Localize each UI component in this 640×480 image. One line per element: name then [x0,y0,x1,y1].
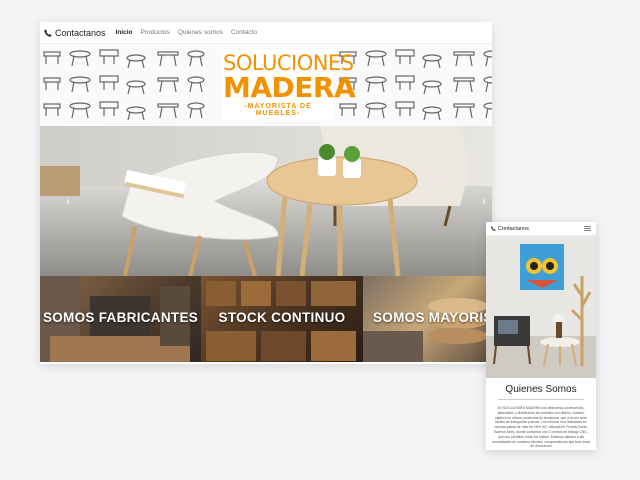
contact-link[interactable]: Contactanos [44,28,106,38]
title-divider [498,399,584,400]
nav-links: Inicio Productos Quienes somos Contacto [116,29,257,36]
nav-link-productos[interactable]: Productos [141,29,170,36]
desktop-mockup: Contactanos Inicio Productos Quienes som… [40,22,492,364]
hamburger-menu-icon[interactable] [584,226,591,231]
next-slide-arrow[interactable]: › [482,194,486,208]
top-nav: Contactanos Inicio Productos Quienes som… [40,22,492,44]
tile-mayoristas-caption: SOMOS MAYORISTAS [373,310,492,325]
mobile-contact-link[interactable]: Contactanos [491,226,529,232]
logo-tagline: -MAYORISTA DE MUEBLES- [244,103,312,117]
tile-stock-caption: STOCK CONTINUO [218,310,346,325]
prev-slide-arrow[interactable]: ‹ [66,194,70,208]
tile-fabricantes-caption: SOMOS FABRICANTES [42,310,199,325]
contact-label: Contactanos [55,27,106,38]
mobile-section-title: Quienes Somos [505,384,577,395]
living-room-image [486,236,596,378]
mobile-contact-label: Contactanos [498,225,529,232]
tile-fabricantes[interactable]: SOMOS FABRICANTES [40,276,201,362]
feature-tiles: SOMOS FABRICANTES STOCK CONTINUO SOMOS M… [40,276,492,362]
mobile-nav: Contactanos [486,222,596,236]
mobile-body-text: En SOLUCIONES MADERA nos dedicamos al de… [492,406,590,449]
phone-icon [44,28,52,37]
nav-link-quienes-somos[interactable]: Quienes somos [178,29,223,36]
mobile-hero-image [486,236,596,378]
logo-line-2: MADERA [223,71,356,104]
tile-mayoristas[interactable]: SOMOS MAYORISTAS [363,276,492,362]
header-banner: SOLUCIONES MADERA -MAYORISTA DE MUEBLES- [40,44,492,126]
nav-link-contacto[interactable]: Contacto [231,29,257,36]
mobile-phone-icon [491,226,496,231]
hero-image [40,126,492,276]
mockup-stage: Contactanos Inicio Productos Quienes som… [0,0,640,480]
mobile-mockup: Contactanos Quienes Somos En SOLUCIONES … [486,222,596,450]
nav-link-inicio[interactable]: Inicio [116,29,133,36]
brand-logo[interactable]: SOLUCIONES MADERA -MAYORISTA DE MUEBLES- [223,50,356,120]
tile-stock[interactable]: STOCK CONTINUO [201,276,363,362]
hero-slider: ‹ › [40,126,492,276]
